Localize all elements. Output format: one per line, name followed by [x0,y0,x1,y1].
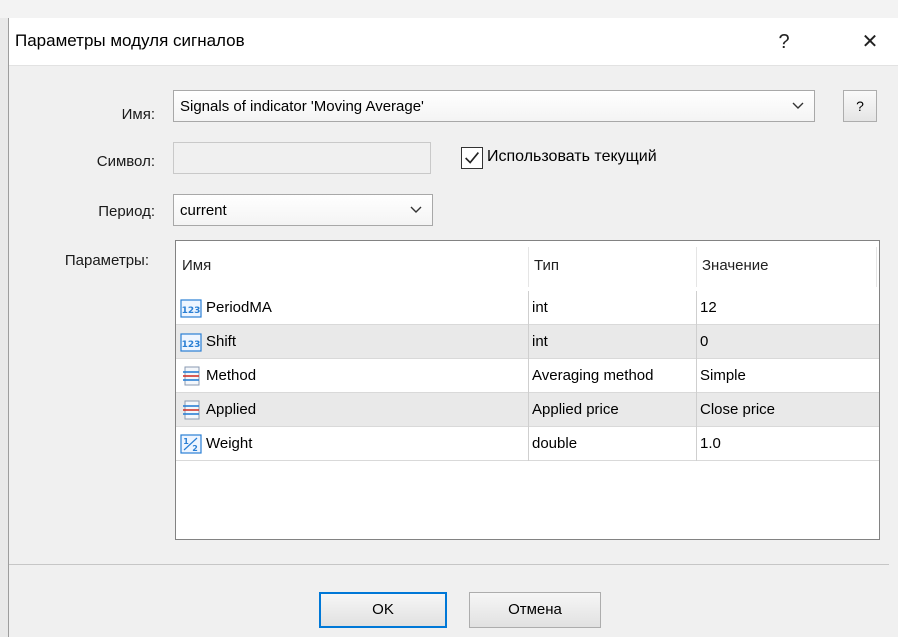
table-row[interactable]: 123 PeriodMA int 12 [176,291,879,325]
table-row[interactable]: 1 2 Weight double 1.0 [176,427,879,461]
footer-divider [9,564,889,565]
integer-icon: 123 [180,333,202,352]
param-value[interactable]: 1.0 [696,427,876,461]
param-name: Applied [206,401,257,418]
period-dropdown[interactable]: current [173,194,433,226]
column-header-name[interactable]: Имя [176,241,528,291]
param-value[interactable]: Simple [696,359,876,393]
title-bar: Параметры модуля сигналов ? ✕ [9,18,898,66]
chevron-down-icon [410,206,422,213]
param-type: int [532,299,548,316]
table-row[interactable]: Applied Applied price Close price [176,393,879,427]
param-name: Weight [206,435,253,452]
column-divider [876,247,877,287]
svg-text:2: 2 [192,444,198,453]
cancel-button[interactable]: Отмена [469,592,601,628]
help-icon[interactable]: ? [761,18,807,66]
name-help-button[interactable]: ? [843,90,877,122]
close-icon[interactable]: ✕ [847,18,893,66]
use-current-label[interactable]: Использовать текущий [487,148,657,166]
signal-module-dialog: Параметры модуля сигналов ? ✕ Имя: Signa… [8,18,898,637]
dialog-title: Параметры модуля сигналов [15,31,245,50]
ok-button[interactable]: OK [319,592,447,628]
table-row[interactable]: 123 Shift int 0 [176,325,879,359]
symbol-label: Символ: [96,153,155,170]
param-value[interactable]: Close price [696,393,876,427]
table-row[interactable]: Method Averaging method Simple [176,359,879,393]
parent-window-strip [0,0,898,18]
symbol-input [173,142,431,174]
name-label: Имя: [121,106,155,123]
chevron-down-icon [792,102,804,109]
period-label: Период: [98,203,155,220]
param-type: int [532,333,548,350]
param-value[interactable]: 12 [696,291,876,325]
param-type: double [532,435,578,452]
params-label: Параметры: [64,252,149,269]
fraction-icon: 1 2 [180,434,202,454]
name-dropdown[interactable]: Signals of indicator 'Moving Average' [173,90,815,122]
svg-text:1: 1 [183,437,189,446]
param-type: Applied price [532,401,619,418]
checkmark-icon [465,152,479,164]
enum-list-icon [183,366,200,386]
param-name: Method [206,367,257,384]
integer-icon: 123 [180,299,202,318]
name-dropdown-value: Signals of indicator 'Moving Average' [180,98,424,115]
use-current-checkbox[interactable] [461,147,483,169]
parameters-grid[interactable]: Имя Тип Значение 123 PeriodMA int 12 123… [175,240,880,540]
param-name: PeriodMA [206,299,272,316]
param-type: Averaging method [532,367,654,384]
param-value[interactable]: 0 [696,325,876,359]
param-name: Shift [206,333,237,350]
period-dropdown-value: current [180,202,227,219]
enum-list-icon [183,400,200,420]
column-header-value[interactable]: Значение [696,241,876,291]
svg-text:123: 123 [182,340,201,350]
svg-text:123: 123 [182,306,201,316]
column-header-type[interactable]: Тип [528,241,696,291]
